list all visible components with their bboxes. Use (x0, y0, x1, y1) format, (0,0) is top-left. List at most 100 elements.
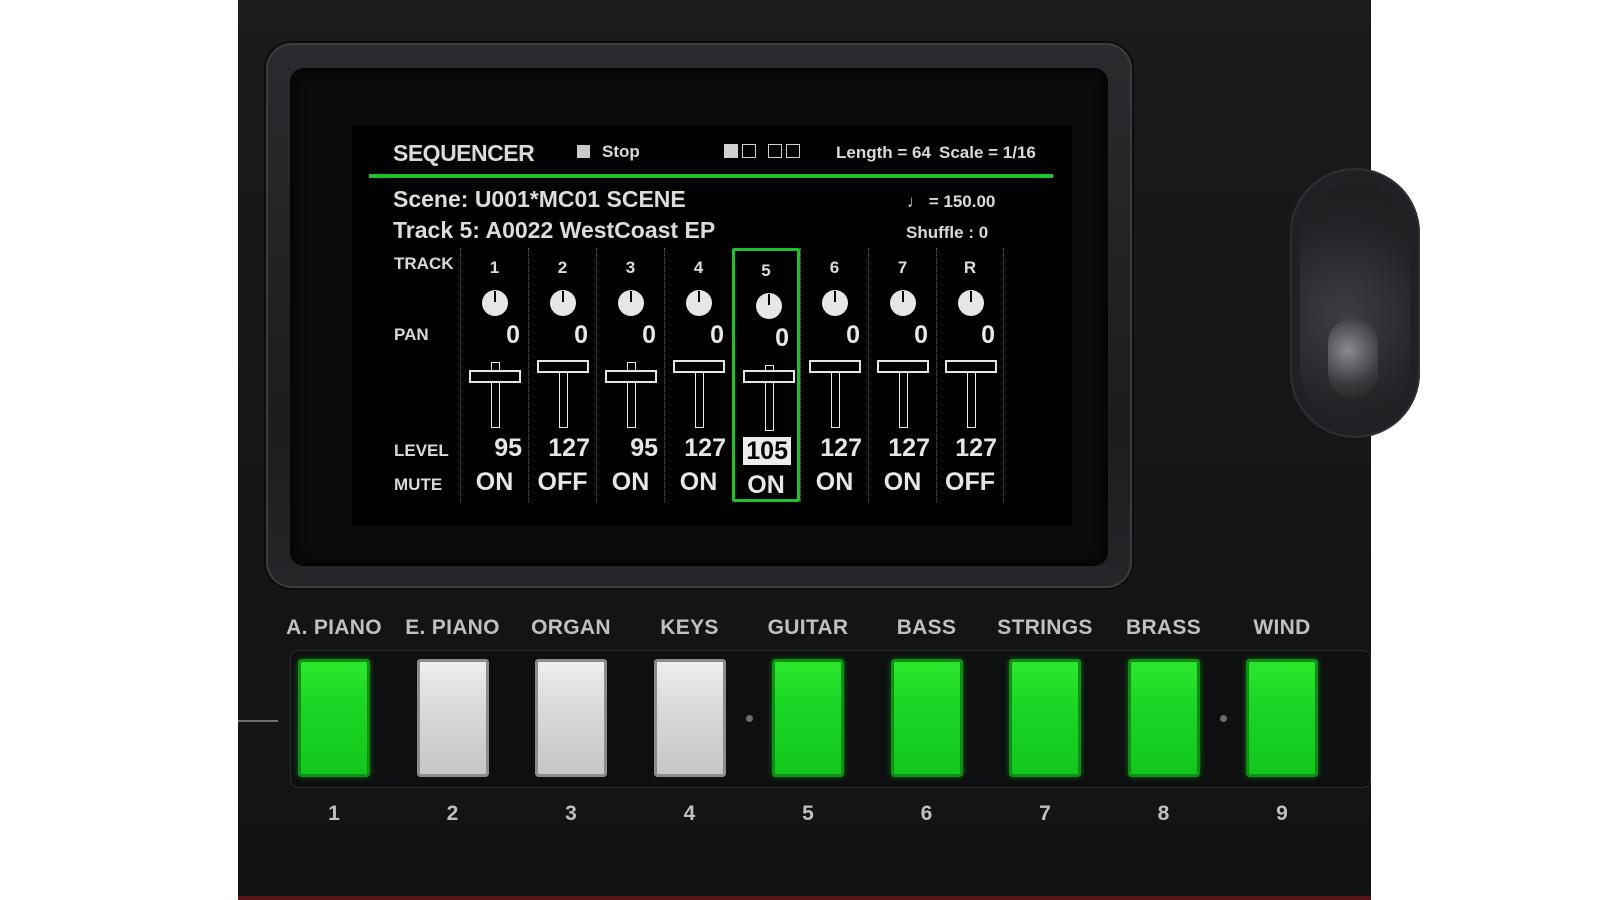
panel-line (238, 720, 278, 722)
category-label: E. PIANO (405, 616, 500, 639)
row-label-level: LEVEL (394, 441, 449, 460)
category-label: BASS (896, 616, 957, 639)
level-value: 127 (955, 434, 997, 462)
pan-value: 0 (574, 321, 588, 349)
pan-value: 0 (846, 321, 860, 349)
mute-value[interactable]: OFF (529, 468, 596, 497)
track-number: 2 (557, 258, 568, 277)
track-strip-7[interactable]: 7 0 127 ON (868, 248, 936, 502)
category-button-9[interactable] (1246, 659, 1318, 777)
mute-value[interactable]: ON (597, 468, 664, 497)
category-number: 3 (565, 802, 577, 825)
track-strip-4[interactable]: 4 0 127 ON (664, 248, 732, 502)
level-value: 105 (743, 437, 791, 465)
track-number: R (963, 258, 977, 277)
level-value: 127 (548, 434, 590, 462)
pan-value: 0 (506, 321, 520, 349)
panel-edge (238, 896, 1371, 900)
track-strip-6[interactable]: 6 0 127 ON (800, 248, 868, 502)
row-label-mute: MUTE (394, 475, 443, 494)
level-fader-cap[interactable] (537, 360, 589, 373)
measure-indicator-3 (768, 144, 782, 158)
pattern-scale: Scale = 1/16 (939, 143, 1036, 162)
category-label: BRASS (1125, 616, 1201, 639)
category-label: A. PIANO (286, 616, 382, 639)
level-value: 127 (684, 434, 726, 462)
level-fader-cap[interactable] (605, 370, 657, 383)
category-label: KEYS (660, 616, 719, 639)
page-title: SEQUENCER (393, 140, 535, 166)
track-number: 3 (625, 258, 636, 277)
dial-knob-cap (1328, 318, 1378, 398)
category-number: 6 (920, 802, 933, 825)
category-button-6[interactable] (890, 659, 963, 777)
measure-indicator-4 (786, 144, 800, 158)
scene-name: Scene: U001*MC01 SCENE (393, 186, 686, 212)
level-value: 127 (820, 434, 862, 462)
pan-value: 0 (775, 324, 789, 352)
track-strip-1[interactable]: 1 0 95 ON (460, 248, 528, 502)
category-button-4[interactable] (653, 659, 726, 777)
pan-knob-icon[interactable] (618, 290, 644, 316)
group-divider-dot (745, 715, 753, 722)
level-fader-cap[interactable] (945, 360, 997, 373)
pan-value: 0 (981, 321, 995, 349)
category-number: 2 (446, 802, 459, 825)
mute-value[interactable]: ON (461, 468, 528, 497)
mute-value[interactable]: ON (735, 471, 797, 500)
pan-value: 0 (914, 321, 928, 349)
level-fader-cap[interactable] (877, 360, 929, 373)
category-button-3[interactable] (535, 659, 607, 777)
level-fader-cap[interactable] (809, 360, 861, 373)
category-label: WIND (1253, 616, 1311, 639)
track-strip-3[interactable]: 3 0 95 ON (596, 248, 664, 502)
pan-knob-icon[interactable] (686, 290, 712, 316)
level-fader-cap[interactable] (469, 370, 521, 383)
pan-knob-icon[interactable] (756, 293, 782, 319)
category-button-5[interactable] (772, 659, 844, 777)
track-number: 1 (489, 258, 500, 277)
track-strip-5[interactable]: 5 0 105 ON (732, 248, 800, 502)
mixer-grid: 1 0 95 ON 2 0 127 OFF 3 0 95 ON 4 0 127 ON 5 0 105 ON 6 0 127 O… (460, 248, 1004, 502)
mute-value[interactable]: ON (665, 468, 732, 497)
category-button-1[interactable] (298, 659, 370, 777)
track-number: 6 (829, 258, 840, 277)
group-divider-dot (1219, 715, 1227, 722)
tempo-readout: ♩ = 150.00 (907, 192, 996, 211)
level-fader-cap[interactable] (743, 369, 795, 383)
transport-status: Stop (602, 142, 640, 161)
category-number: 5 (802, 802, 814, 825)
category-button-8[interactable] (1127, 659, 1200, 777)
mute-value[interactable]: ON (801, 468, 868, 497)
pan-knob-icon[interactable] (890, 290, 916, 316)
pan-knob-icon[interactable] (550, 290, 576, 316)
level-fader-cap[interactable] (673, 360, 725, 373)
category-number: 8 (1157, 802, 1170, 825)
track-strip-2[interactable]: 2 0 127 OFF (528, 248, 596, 502)
category-label: ORGAN (531, 616, 611, 639)
row-label-track: TRACK (394, 254, 454, 273)
track-strip-R[interactable]: R 0 127 OFF (936, 248, 1004, 502)
category-label: STRINGS (997, 616, 1093, 639)
header-divider (369, 174, 1053, 178)
track-number: 7 (897, 258, 908, 277)
category-number: 7 (1039, 802, 1051, 825)
category-number: 1 (328, 802, 340, 825)
pattern-length: Length = 64 (836, 143, 931, 162)
measure-indicator-1 (724, 144, 738, 158)
shuffle-readout: Shuffle : 0 (906, 223, 989, 242)
category-button-2[interactable] (416, 659, 489, 777)
pan-knob-icon[interactable] (482, 290, 508, 316)
category-number: 4 (683, 802, 696, 825)
row-label-pan: PAN (394, 325, 429, 344)
track-number: 5 (761, 261, 771, 280)
pan-knob-icon[interactable] (822, 290, 848, 316)
track-number: 4 (693, 258, 704, 277)
category-button-7[interactable] (1009, 659, 1081, 777)
level-value: 127 (888, 434, 930, 462)
mute-value[interactable]: OFF (937, 468, 1003, 497)
lcd-screen: SEQUENCER Stop Length = 64 Scale = 1/16 … (352, 126, 1072, 526)
measure-indicator-2 (742, 144, 756, 158)
mute-value[interactable]: ON (869, 468, 936, 497)
pan-knob-icon[interactable] (958, 290, 984, 316)
